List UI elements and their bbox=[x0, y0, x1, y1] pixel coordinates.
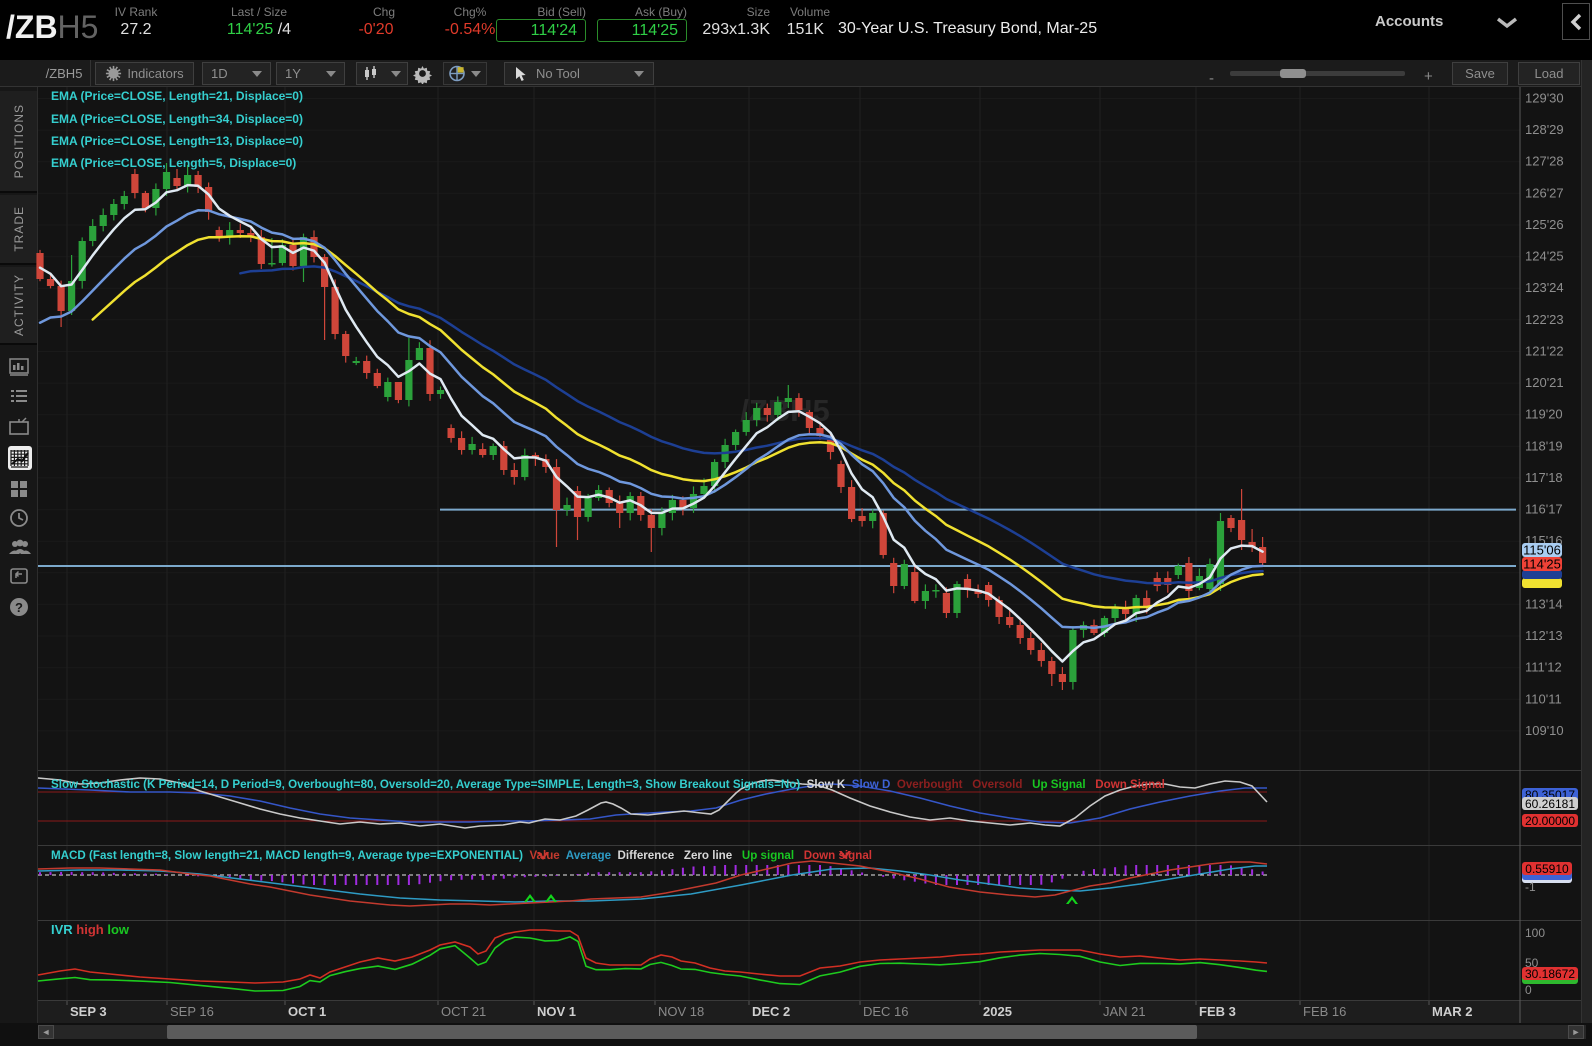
svg-text:125'26: 125'26 bbox=[1525, 217, 1564, 232]
svg-text:122'23: 122'23 bbox=[1525, 312, 1564, 327]
svg-text:30.18672: 30.18672 bbox=[1525, 967, 1575, 981]
svg-text:123'24: 123'24 bbox=[1525, 280, 1564, 295]
svg-text:JAN 21: JAN 21 bbox=[1103, 1004, 1146, 1019]
svg-text:EMA (Price=CLOSE, Length=21, D: EMA (Price=CLOSE, Length=21, Displace=0) bbox=[51, 89, 303, 103]
svg-text:FEB 3: FEB 3 bbox=[1199, 1004, 1236, 1019]
svg-text:-1: -1 bbox=[1525, 880, 1536, 894]
svg-text:0: 0 bbox=[1525, 983, 1532, 997]
svg-text:114'25: 114'25 bbox=[1523, 557, 1561, 572]
svg-text:EMA (Price=CLOSE, Length=13, D: EMA (Price=CLOSE, Length=13, Displace=0) bbox=[51, 134, 303, 148]
svg-text:100: 100 bbox=[1525, 926, 1545, 940]
svg-text:DEC 2: DEC 2 bbox=[752, 1004, 790, 1019]
svg-text:127'28: 127'28 bbox=[1525, 154, 1564, 169]
svg-text:124'25: 124'25 bbox=[1525, 249, 1564, 264]
svg-text:115'06: 115'06 bbox=[1523, 543, 1561, 558]
svg-text:MAR 2: MAR 2 bbox=[1432, 1004, 1472, 1019]
svg-text:MACD (Fast length=8, Slow leng: MACD (Fast length=8, Slow length=21, MAC… bbox=[51, 849, 872, 862]
svg-text:109'10: 109'10 bbox=[1525, 723, 1564, 738]
svg-text:117'18: 117'18 bbox=[1525, 470, 1563, 485]
svg-text:OCT 21: OCT 21 bbox=[441, 1004, 486, 1019]
svg-text:128'29: 128'29 bbox=[1525, 122, 1564, 137]
svg-text:111'12: 111'12 bbox=[1525, 660, 1562, 675]
svg-text:NOV 1: NOV 1 bbox=[537, 1004, 576, 1019]
svg-text:121'22: 121'22 bbox=[1525, 344, 1564, 359]
svg-text:0.55910: 0.55910 bbox=[1525, 862, 1569, 876]
svg-text:116'17: 116'17 bbox=[1525, 502, 1563, 517]
svg-text:OCT 1: OCT 1 bbox=[288, 1004, 326, 1019]
svg-text:FEB 16: FEB 16 bbox=[1303, 1004, 1346, 1019]
svg-text:110'11: 110'11 bbox=[1525, 691, 1562, 706]
svg-text:IVR high low: IVR high low bbox=[51, 922, 130, 937]
svg-text:DEC 16: DEC 16 bbox=[863, 1004, 909, 1019]
svg-text:20.00000: 20.00000 bbox=[1525, 814, 1575, 828]
svg-text:118'19: 118'19 bbox=[1525, 438, 1563, 453]
svg-text:126'27: 126'27 bbox=[1525, 185, 1564, 200]
svg-text:EMA (Price=CLOSE, Length=34, D: EMA (Price=CLOSE, Length=34, Displace=0) bbox=[51, 112, 303, 126]
svg-text:129'30: 129'30 bbox=[1525, 91, 1564, 106]
svg-text:60.26181: 60.26181 bbox=[1525, 797, 1575, 811]
svg-text:Slow Stochastic (K Period=14,: Slow Stochastic (K Period=14, D Period=9… bbox=[51, 778, 1165, 791]
svg-text:113'14: 113'14 bbox=[1525, 596, 1563, 611]
svg-text:2025: 2025 bbox=[983, 1004, 1012, 1019]
svg-text:EMA (Price=CLOSE, Length=5, Di: EMA (Price=CLOSE, Length=5, Displace=0) bbox=[51, 156, 296, 170]
svg-text:112'13: 112'13 bbox=[1525, 628, 1563, 643]
svg-text:SEP 3: SEP 3 bbox=[70, 1004, 107, 1019]
svg-text:119'20: 119'20 bbox=[1525, 407, 1563, 422]
svg-text:NOV 18: NOV 18 bbox=[658, 1004, 704, 1019]
svg-text:120'21: 120'21 bbox=[1525, 375, 1564, 390]
svg-text:SEP 16: SEP 16 bbox=[170, 1004, 214, 1019]
